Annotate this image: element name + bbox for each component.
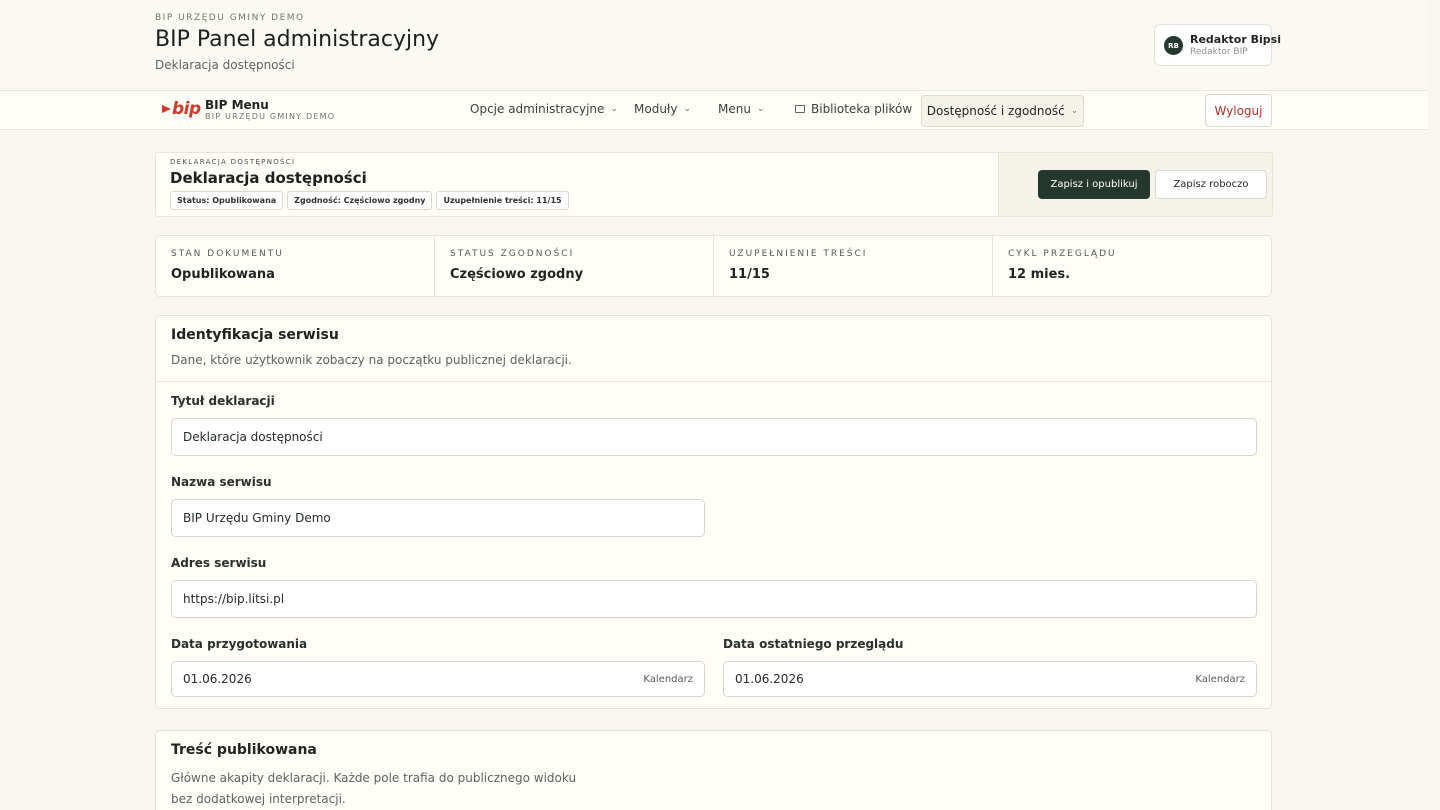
breadcrumb: DEKLARACJA DOSTĘPNOŚCI (170, 158, 296, 166)
document-header-info: DEKLARACJA DOSTĘPNOŚCI Deklaracja dostęp… (156, 153, 999, 216)
nav-item-label: Biblioteka plików (811, 102, 913, 116)
status-badges: Status: Opublikowana Zgodność: Częściowo… (170, 191, 569, 210)
chevron-down-icon: ⌄ (683, 104, 691, 114)
status-badge: Status: Opublikowana (170, 191, 284, 210)
stat-label: Status zgodności (450, 249, 575, 259)
bip-logo-icon (162, 105, 171, 113)
page-title: BIP Panel administracyjny (155, 27, 440, 52)
org-name: BIP URZĘDU GMINY DEMO (155, 13, 305, 23)
user-menu[interactable]: RB Redaktor Bipsi Redaktor BIP (1154, 24, 1281, 66)
document-title: Deklaracja dostępności (170, 169, 367, 187)
calendar-button[interactable]: Kalendarz (1195, 674, 1245, 685)
document-header: DEKLARACJA DOSTĘPNOŚCI Deklaracja dostęp… (155, 152, 1273, 217)
chevron-down-icon: ⌄ (610, 104, 618, 114)
stat-content-completion: Uzupełnienie treści 11/15 (714, 236, 993, 296)
document-actions: Zapisz i opublikuj Zapisz roboczo (999, 153, 1272, 216)
chevron-down-icon: ⌄ (756, 104, 765, 114)
nav-item-menu[interactable]: Menu ⌄ (718, 102, 765, 116)
stat-label: Uzupełnienie treści (729, 249, 868, 259)
panel-description: Główne akapity deklaracji. Każde pole tr… (171, 771, 577, 806)
declaration-title-label: Tytuł deklaracji (171, 394, 275, 408)
calendar-button[interactable]: Kalendarz (643, 674, 693, 685)
stat-document-state: Stan dokumentu Opublikowana (156, 236, 435, 296)
service-name-input[interactable]: BIP Urzędu Gminy Demo (171, 499, 705, 537)
nav-item-label: Moduły (634, 102, 678, 116)
stat-value: Opublikowana (171, 267, 275, 282)
bip-logo[interactable]: bip (172, 99, 201, 119)
stat-compliance-status: Status zgodności Częściowo zgodny (435, 236, 714, 296)
review-date-label: Data ostatniego przeglądu (723, 637, 904, 651)
stat-value: 11/15 (729, 267, 770, 282)
panel-header: Identyfikacja serwisu Dane, które użytko… (156, 316, 1271, 382)
published-content-panel: Treść publikowana Główne akapity deklara… (155, 730, 1272, 810)
nav-item-file-library[interactable]: Biblioteka plików (795, 102, 912, 116)
save-and-publish-button[interactable]: Zapisz i opublikuj (1038, 170, 1150, 199)
prep-date-input[interactable]: 01.06.2026 Kalendarz (171, 661, 705, 697)
nav-item-label: Opcje administracyjne (470, 102, 605, 116)
service-name-label: Nazwa serwisu (171, 475, 272, 489)
stat-label: Stan dokumentu (171, 249, 284, 259)
completion-badge: Uzupełnienie treści: 11/15 (436, 191, 569, 210)
nav-item-label: Dostępność i zgodność (926, 104, 1065, 118)
user-role: Redaktor BIP (1190, 47, 1248, 57)
prep-date-label: Data przygotowania (171, 637, 308, 651)
declaration-title-input[interactable]: Deklaracja dostępności (171, 418, 1257, 456)
review-date-value: 01.06.2026 (735, 672, 804, 686)
document-stats: Stan dokumentu Opublikowana Status zgodn… (155, 235, 1272, 297)
review-date-input[interactable]: 01.06.2026 Kalendarz (723, 661, 1257, 697)
user-name: Redaktor Bipsi (1190, 33, 1281, 46)
service-address-label: Adres serwisu (171, 556, 267, 570)
stat-value: 12 mies. (1008, 267, 1071, 282)
prep-date-value: 01.06.2026 (183, 672, 252, 686)
page-subtitle: Deklaracja dostępności (155, 58, 295, 72)
stat-label: Cykl przeglądu (1008, 249, 1117, 259)
panel-title: Treść publikowana (171, 742, 317, 758)
stat-value: Częściowo zgodny (450, 267, 584, 282)
compliance-badge: Zgodność: Częściowo zgodny (287, 191, 433, 210)
save-draft-button[interactable]: Zapisz roboczo (1155, 170, 1267, 199)
chevron-down-icon: ⌄ (1070, 106, 1079, 116)
brand-title: BIP Menu (205, 98, 269, 112)
service-identification-panel: Identyfikacja serwisu Dane, które użytko… (155, 315, 1272, 709)
panel-title: Identyfikacja serwisu (171, 327, 339, 343)
nav-item-modules[interactable]: Moduły ⌄ (634, 102, 691, 116)
nav-item-admin-options[interactable]: Opcje administracyjne ⌄ (470, 102, 618, 116)
avatar: RB (1164, 36, 1183, 55)
main-navbar: bip BIP Menu BIP URZĘDU GMINY DEMO Opcje… (0, 90, 1428, 130)
brand-subtitle: BIP URZĘDU GMINY DEMO (205, 112, 336, 121)
logout-button[interactable]: Wyloguj (1205, 94, 1272, 127)
folder-icon (795, 105, 805, 113)
nav-item-accessibility[interactable]: Dostępność i zgodność ⌄ (921, 95, 1084, 127)
top-header: BIP URZĘDU GMINY DEMO BIP Panel administ… (0, 0, 1428, 90)
nav-item-label: Menu (718, 102, 751, 116)
stat-review-cycle: Cykl przeglądu 12 mies. (993, 236, 1271, 296)
service-address-input[interactable]: https://bip.litsi.pl (171, 580, 1257, 618)
panel-description: Dane, które użytkownik zobaczy na począt… (171, 353, 572, 367)
